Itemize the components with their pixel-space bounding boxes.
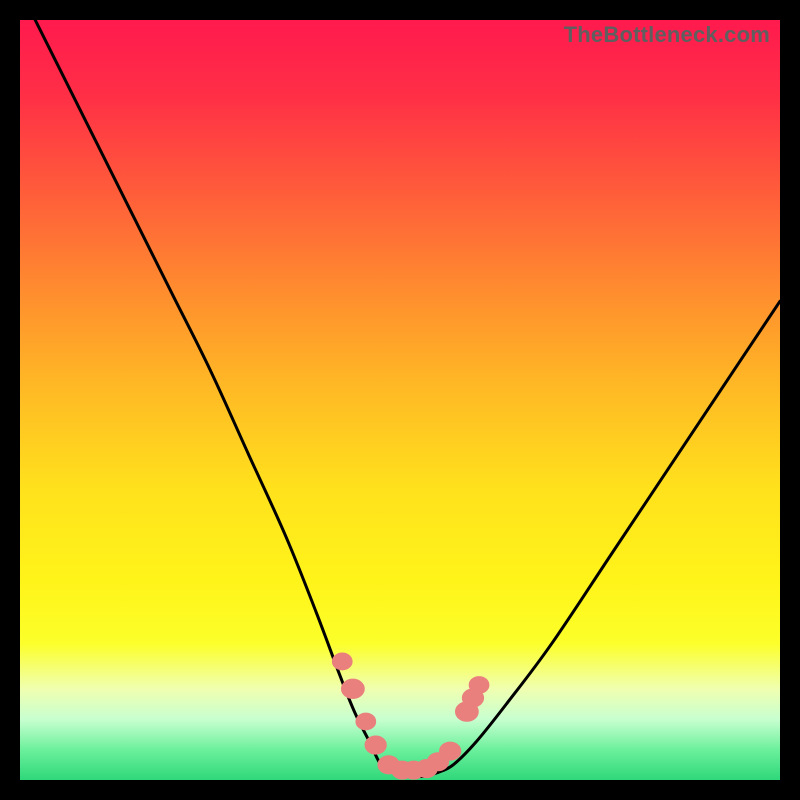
data-marker <box>469 677 489 694</box>
plot-area: TheBottleneck.com <box>20 20 780 780</box>
data-marker <box>365 736 386 754</box>
data-marker <box>332 653 352 670</box>
bottleneck-curve <box>20 20 780 780</box>
data-marker <box>440 742 461 760</box>
curve-right-branch <box>438 301 780 772</box>
data-marker <box>341 679 364 698</box>
chart-frame: TheBottleneck.com <box>0 0 800 800</box>
data-marker <box>356 713 376 730</box>
